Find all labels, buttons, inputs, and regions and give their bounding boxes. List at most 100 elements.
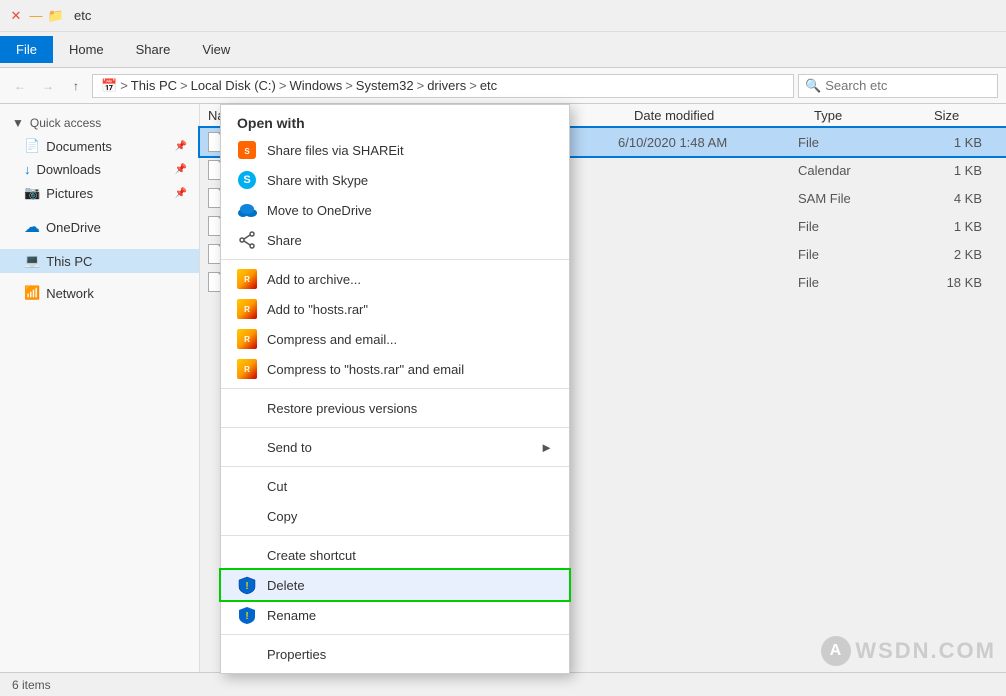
- content-area: ▼ Quick access 📄 Documents 📌 ↓ Downloads…: [0, 104, 1006, 696]
- file-size-hosts2: 1 KB: [918, 163, 998, 178]
- sidebar-item-network[interactable]: 📶 Network: [0, 281, 199, 305]
- onedrive-icon: [237, 200, 257, 220]
- sendto-arrow: ►: [540, 440, 553, 455]
- docs-icon: 📄: [24, 138, 40, 154]
- file-size-services: 18 KB: [918, 275, 998, 290]
- share-icon: [237, 230, 257, 250]
- sidebar-item-onedrive[interactable]: ☁ OneDrive: [0, 213, 199, 241]
- pin-icon-2: 📌: [175, 164, 187, 175]
- menu-item-sendto[interactable]: Send to ►: [221, 432, 569, 462]
- rar-icon-2: R: [237, 299, 257, 319]
- context-menu: Open with S Share files via SHAREit S Sh…: [220, 104, 570, 674]
- cut-icon: [237, 476, 257, 496]
- status-text: 6 items: [12, 678, 51, 692]
- path-sep5: >: [417, 78, 425, 93]
- sep-6: [221, 634, 569, 635]
- window-title: etc: [74, 8, 91, 23]
- path-thispc: 📅: [101, 78, 117, 94]
- search-input[interactable]: [825, 78, 991, 93]
- file-type-lmhosts: SAM File: [798, 191, 918, 206]
- properties-icon: [237, 644, 257, 664]
- path-sep1: >: [120, 78, 128, 93]
- path-sep3: >: [279, 78, 287, 93]
- copy-icon: [237, 506, 257, 526]
- col-header-size[interactable]: Size: [926, 104, 1006, 127]
- watermark-logo: A: [821, 636, 851, 666]
- path-sep2: >: [180, 78, 188, 93]
- sep-4: [221, 466, 569, 467]
- menu-item-rename[interactable]: ! Rename: [221, 600, 569, 630]
- tab-file[interactable]: File: [0, 36, 53, 63]
- chevron-down-icon: ▼: [12, 116, 24, 130]
- col-header-type[interactable]: Type: [806, 104, 926, 127]
- pin-icon-3: 📌: [175, 188, 187, 199]
- forward-button[interactable]: →: [36, 74, 60, 98]
- restore-icon: [237, 398, 257, 418]
- menu-item-shareit[interactable]: S Share files via SHAREit: [221, 135, 569, 165]
- menu-item-compress-email[interactable]: R Compress and email...: [221, 324, 569, 354]
- sidebar-item-downloads[interactable]: ↓ Downloads 📌: [0, 158, 199, 181]
- delete-shield-icon: !: [237, 575, 257, 595]
- menu-item-onedrive[interactable]: Move to OneDrive: [221, 195, 569, 225]
- file-size-lmhosts: 4 KB: [918, 191, 998, 206]
- onedrive-icon: ☁: [24, 217, 40, 237]
- tab-home[interactable]: Home: [53, 36, 120, 63]
- menu-item-delete[interactable]: ! Delete: [221, 570, 569, 600]
- menu-item-compress-rar-email[interactable]: R Compress to "hosts.rar" and email: [221, 354, 569, 384]
- menu-item-skype[interactable]: S Share with Skype: [221, 165, 569, 195]
- title-bar: ✕ — 📁 etc: [0, 0, 1006, 32]
- tab-view[interactable]: View: [186, 36, 246, 63]
- file-type-hosts: File: [798, 135, 918, 150]
- file-type-services: File: [798, 275, 918, 290]
- menu-item-restore[interactable]: Restore previous versions: [221, 393, 569, 423]
- rar-icon-3: R: [237, 329, 257, 349]
- path-sep4: >: [345, 78, 353, 93]
- up-button[interactable]: ↑: [64, 74, 88, 98]
- file-size-networks: 1 KB: [918, 219, 998, 234]
- menu-item-properties[interactable]: Properties: [221, 639, 569, 669]
- path-sep6: >: [469, 78, 477, 93]
- rar-icon-1: R: [237, 269, 257, 289]
- pictures-icon: 📷: [24, 185, 40, 201]
- minimize-icon[interactable]: —: [28, 8, 44, 24]
- window: ✕ — 📁 etc File Home Share View ← → ↑ 📅 >…: [0, 0, 1006, 696]
- sep-5: [221, 535, 569, 536]
- folder-icon: 📁: [48, 8, 64, 24]
- address-path[interactable]: 📅 > This PC > Local Disk (C:) > Windows …: [92, 74, 794, 98]
- back-button[interactable]: ←: [8, 74, 32, 98]
- rename-shield-icon: !: [237, 605, 257, 625]
- file-size-hosts: 1 KB: [918, 135, 998, 150]
- close-icon[interactable]: ✕: [8, 8, 24, 24]
- thispc-icon: 💻: [24, 253, 40, 269]
- path-thispc-label: This PC: [131, 78, 177, 93]
- sidebar-item-documents[interactable]: 📄 Documents 📌: [0, 134, 199, 158]
- menu-item-add-rar[interactable]: R Add to "hosts.rar": [221, 294, 569, 324]
- menu-item-share[interactable]: Share: [221, 225, 569, 255]
- network-icon: 📶: [24, 285, 40, 301]
- quick-access-label: ▼ Quick access: [0, 112, 199, 134]
- svg-text:S: S: [244, 147, 250, 156]
- menu-item-cut[interactable]: Cut: [221, 471, 569, 501]
- svg-text:!: !: [245, 581, 248, 592]
- file-type-networks: File: [798, 219, 918, 234]
- sidebar-item-thispc[interactable]: 💻 This PC: [0, 249, 199, 273]
- ribbon: File Home Share View: [0, 32, 1006, 68]
- shortcut-icon: [237, 545, 257, 565]
- tab-share[interactable]: Share: [120, 36, 187, 63]
- file-type-hosts2: Calendar: [798, 163, 918, 178]
- sidebar-item-pictures[interactable]: 📷 Pictures 📌: [0, 181, 199, 205]
- search-icon: 🔍: [805, 78, 821, 94]
- sep-2: [221, 388, 569, 389]
- address-bar: ← → ↑ 📅 > This PC > Local Disk (C:) > Wi…: [0, 68, 1006, 104]
- menu-item-copy[interactable]: Copy: [221, 501, 569, 531]
- menu-item-create-shortcut[interactable]: Create shortcut: [221, 540, 569, 570]
- svg-text:!: !: [245, 611, 248, 622]
- pin-icon: 📌: [175, 141, 187, 152]
- menu-item-add-archive[interactable]: R Add to archive...: [221, 264, 569, 294]
- path-localdisk: Local Disk (C:): [191, 78, 276, 93]
- sep-3: [221, 427, 569, 428]
- open-with-header: Open with: [221, 109, 569, 135]
- col-header-date[interactable]: Date modified: [626, 104, 806, 127]
- search-box[interactable]: 🔍: [798, 74, 998, 98]
- separator-1: [0, 205, 199, 213]
